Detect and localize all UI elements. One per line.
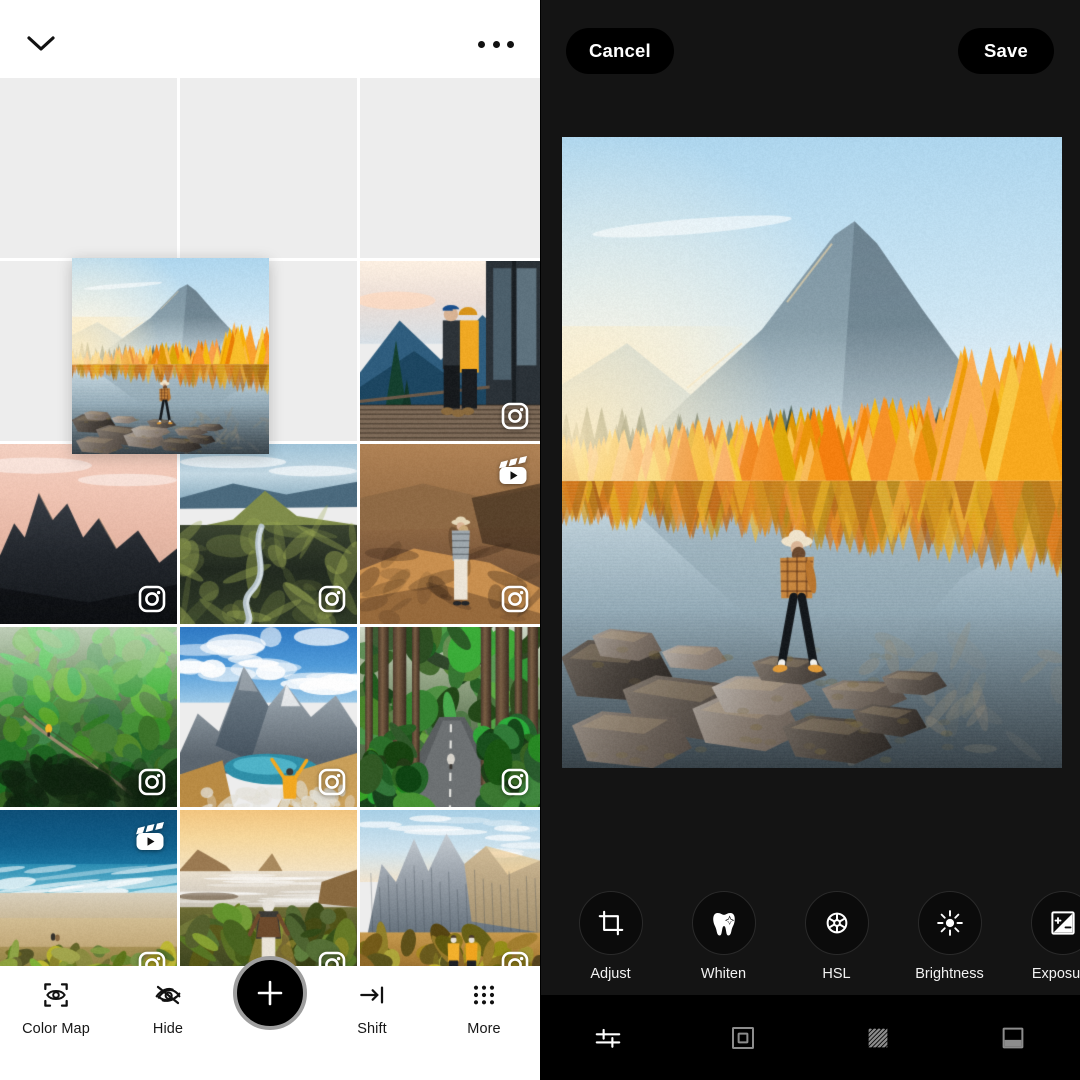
tab-gradient[interactable] [945, 995, 1080, 1080]
exposure-icon [1031, 891, 1080, 955]
instagram-badge-icon [137, 767, 167, 797]
toolbar-item-label: Color Map [22, 1021, 90, 1037]
toolbar-item-more[interactable]: More [437, 978, 531, 1037]
sliders-icon [593, 1023, 623, 1053]
tooth-icon [692, 891, 756, 955]
color-wheel-icon [805, 891, 869, 955]
grid-placeholder-cell[interactable] [0, 78, 177, 258]
texture-icon [863, 1023, 893, 1053]
preview-image [562, 137, 1062, 768]
grid-photo-cell[interactable] [180, 810, 357, 966]
shift-arrow-icon [356, 978, 388, 1012]
editor-tab-bar [540, 995, 1080, 1080]
grid-placeholder-cell[interactable] [360, 78, 540, 258]
save-button[interactable]: Save [958, 28, 1054, 74]
exposure-icon [1048, 908, 1078, 938]
tool-exposure[interactable]: Exposure [1006, 891, 1080, 982]
instagram-badge-icon [317, 584, 347, 614]
planner-grid-scroll[interactable] [0, 78, 540, 966]
shift-arrow-icon [356, 979, 388, 1011]
grid-photo-image [180, 810, 357, 966]
instagram-badge-icon [500, 767, 530, 797]
sun-icon [935, 908, 965, 938]
grid-photo-cell[interactable] [0, 810, 177, 966]
photo-editor-panel: Cancel Save Adjust Whiten HSL Brightness Exp… [540, 0, 1080, 1080]
toolbar-item-shift[interactable]: Shift [325, 978, 419, 1037]
toolbar-item-color-map[interactable]: Color Map [9, 978, 103, 1037]
grid-photo-cell[interactable] [360, 444, 540, 624]
grid-photo-cell[interactable] [180, 627, 357, 807]
grid-photo-cell[interactable] [360, 261, 540, 441]
sun-icon [918, 891, 982, 955]
instagram-badge-icon [317, 950, 347, 966]
tab-sliders[interactable] [540, 995, 675, 1080]
tab-frame[interactable] [675, 995, 810, 1080]
crop-icon [596, 908, 626, 938]
grid-placeholder-cell[interactable] [180, 78, 357, 258]
tool-label: Whiten [701, 966, 746, 982]
toolbar-item-hide[interactable]: Hide [121, 978, 215, 1037]
grid-photo-cell[interactable] [180, 444, 357, 624]
grid-photo-cell[interactable] [0, 444, 177, 624]
app-screen: Color Map Hide Shift More Cancel Save Adjus… [0, 0, 1080, 1080]
planner-toolbar: Color Map Hide Shift More [0, 966, 540, 1080]
grid-photo-cell[interactable] [360, 627, 540, 807]
tool-label: Exposure [1032, 966, 1080, 982]
tool-brightness[interactable]: Brightness [893, 891, 1006, 982]
chevron-down-icon[interactable] [24, 32, 58, 56]
grid-dots-icon [468, 978, 500, 1012]
instagram-badge-icon [500, 950, 530, 966]
crop-icon [579, 891, 643, 955]
panel-divider [540, 0, 541, 1080]
tool-label: HSL [822, 966, 850, 982]
planner-grid [0, 78, 540, 966]
tool-adjust[interactable]: Adjust [554, 891, 667, 982]
toolbar-item-label: Hide [153, 1021, 183, 1037]
color-map-icon [40, 979, 72, 1011]
frame-icon [728, 1023, 758, 1053]
dragged-photo-tile[interactable] [72, 258, 269, 454]
eye-off-icon [152, 979, 184, 1011]
tool-whiten[interactable]: Whiten [667, 891, 780, 982]
dragged-photo-thumbnail [72, 258, 269, 454]
grid-photo-cell[interactable] [360, 810, 540, 966]
editor-tool-row: Adjust Whiten HSL Brightness Exposure [540, 877, 1080, 995]
cancel-button[interactable]: Cancel [566, 28, 674, 74]
instagram-badge-icon [500, 401, 530, 431]
gradient-icon [998, 1023, 1028, 1053]
instagram-badge-icon [500, 584, 530, 614]
grid-planner-panel: Color Map Hide Shift More [0, 0, 540, 1080]
tool-label: Adjust [590, 966, 630, 982]
color-wheel-icon [822, 908, 852, 938]
grid-photo-cell[interactable] [0, 627, 177, 807]
tool-hsl[interactable]: HSL [780, 891, 893, 982]
tab-texture[interactable] [810, 995, 945, 1080]
tooth-icon [709, 908, 739, 938]
toolbar-item-label: Shift [357, 1021, 387, 1037]
more-horizontal-icon[interactable] [478, 34, 514, 54]
editor-topbar: Cancel Save [540, 0, 1080, 102]
instagram-badge-icon [137, 950, 167, 966]
grid-photo-image [360, 810, 540, 966]
toolbar-item-label: More [467, 1021, 500, 1037]
reels-badge-icon [133, 820, 167, 852]
add-post-button[interactable] [233, 956, 307, 1030]
color-map-icon [40, 978, 72, 1012]
reels-badge-icon [496, 454, 530, 486]
photo-preview[interactable] [562, 137, 1062, 768]
grid-dots-icon [468, 979, 500, 1011]
planner-header [0, 0, 540, 78]
tool-label: Brightness [915, 966, 984, 982]
instagram-badge-icon [137, 584, 167, 614]
instagram-badge-icon [317, 767, 347, 797]
plus-icon [255, 978, 285, 1008]
eye-off-icon [152, 978, 184, 1012]
